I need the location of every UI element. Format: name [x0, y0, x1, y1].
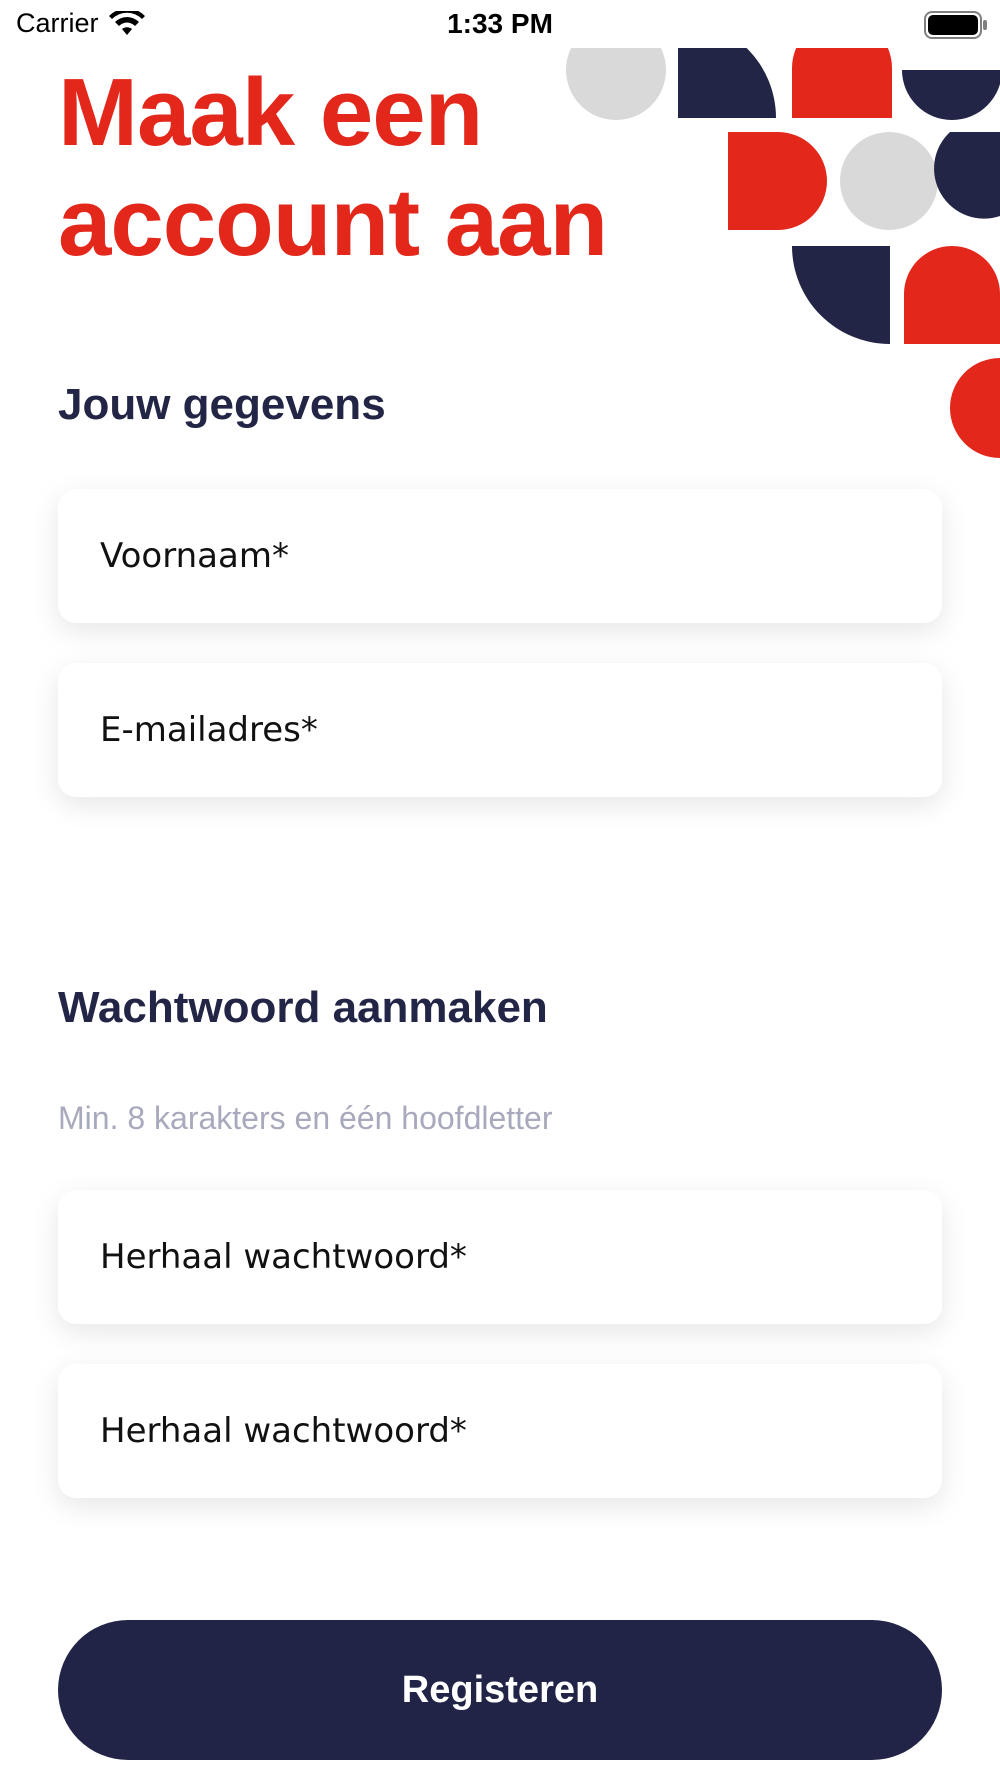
page-title-line1: Maak een — [58, 59, 483, 166]
first-name-input[interactable] — [98, 535, 942, 577]
password-input[interactable] — [98, 1236, 942, 1278]
page-title: Maak een account aan — [58, 58, 618, 278]
password-section-title: Wachtwoord aanmaken — [58, 983, 548, 1032]
email-field[interactable] — [58, 663, 942, 797]
pattern-red-arch — [792, 48, 892, 118]
pattern-navy-quarter-2 — [934, 132, 1000, 219]
register-button[interactable]: Registeren — [58, 1620, 942, 1760]
pattern-red-half — [950, 358, 1000, 458]
pattern-navy-quarter-3 — [792, 246, 890, 344]
password-hint: Min. 8 karakters en één hoofdletter — [58, 1100, 553, 1136]
details-section-title: Jouw gegevens — [58, 380, 386, 429]
first-name-field[interactable] — [58, 489, 942, 623]
pattern-red-d — [728, 132, 827, 230]
email-input[interactable] — [98, 709, 942, 751]
pattern-navy-quarter — [678, 48, 776, 118]
status-bar: Carrier 1:33 PM — [0, 0, 1000, 48]
password-field[interactable] — [58, 1190, 942, 1324]
decorative-pattern — [566, 48, 1000, 458]
pattern-navy-half — [902, 70, 1000, 120]
page-title-line2: account aan — [58, 169, 608, 276]
status-time: 1:33 PM — [447, 8, 553, 39]
battery-icon — [924, 11, 987, 39]
repeat-password-field[interactable] — [58, 1364, 942, 1498]
pattern-red-arch-2 — [904, 246, 1000, 344]
repeat-password-input[interactable] — [98, 1410, 942, 1452]
pattern-gray-circle-2 — [840, 132, 938, 230]
